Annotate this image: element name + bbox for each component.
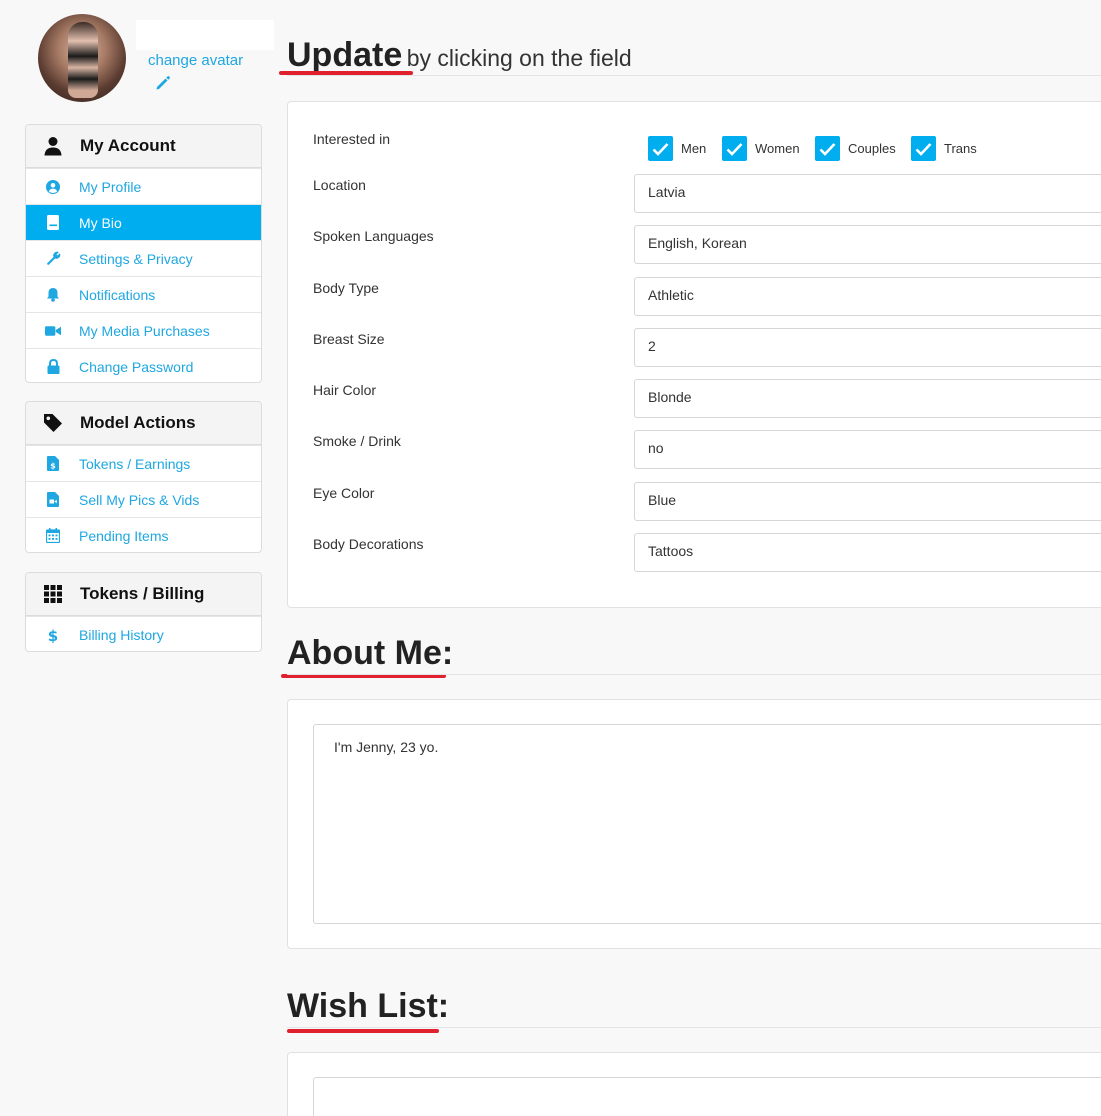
spoken-languages-label: Spoken Languages <box>313 228 434 244</box>
avatar[interactable] <box>38 14 126 102</box>
wishlist-underline <box>287 1029 439 1033</box>
hair-color-field[interactable]: Blonde <box>634 379 1101 418</box>
body-type-label: Body Type <box>313 280 379 296</box>
my-account-title: My Account <box>80 136 176 155</box>
wishlist-card <box>287 1052 1101 1116</box>
update-subtitle: by clicking on the field <box>406 45 632 71</box>
sidebar-item-tokens-earnings[interactable]: $ Tokens / Earnings <box>26 445 261 481</box>
svg-text:$: $ <box>50 462 56 471</box>
location-label: Location <box>313 177 366 193</box>
bio-form-card: Interested in Men Women Couples Trans Lo… <box>287 101 1101 608</box>
location-field[interactable]: Latvia <box>634 174 1101 213</box>
checkbox-couples[interactable]: Couples <box>815 136 896 161</box>
wishlist-title: Wish List: <box>287 987 450 1025</box>
model-actions-title: Model Actions <box>80 413 196 432</box>
smoke-drink-label: Smoke / Drink <box>313 433 401 449</box>
body-decorations-label: Body Decorations <box>313 536 424 552</box>
divider <box>287 674 1101 675</box>
eye-color-field[interactable]: Blue <box>634 482 1101 521</box>
book-icon <box>45 215 61 231</box>
user-circle-icon <box>45 179 61 195</box>
checkbox-label: Women <box>755 141 800 156</box>
sidebar-item-pending-items[interactable]: Pending Items <box>26 517 261 552</box>
sidebar-item-label: My Bio <box>79 214 122 231</box>
eye-color-label: Eye Color <box>313 485 375 501</box>
checkmark-icon <box>722 136 747 161</box>
model-actions-header: Model Actions <box>26 402 261 445</box>
update-heading: Update by clicking on the field <box>287 36 1101 75</box>
tokens-billing-panel: Tokens / Billing $ Billing History <box>25 572 262 652</box>
about-title: About Me: <box>287 634 454 672</box>
sidebar-item-label: Change Password <box>79 358 194 375</box>
user-icon <box>42 135 64 157</box>
dollar-icon: $ <box>45 627 61 643</box>
checkmark-icon <box>815 136 840 161</box>
sidebar-item-label: Sell My Pics & Vids <box>79 491 200 508</box>
interested-in-label: Interested in <box>313 131 391 147</box>
tag-icon <box>42 412 64 434</box>
update-title: Update <box>287 36 403 74</box>
sidebar-item-label: Notifications <box>79 286 156 303</box>
hair-color-label: Hair Color <box>313 382 377 398</box>
divider <box>287 1027 1101 1028</box>
grid-icon <box>42 583 64 605</box>
calendar-icon <box>45 528 61 544</box>
pencil-icon[interactable] <box>154 74 172 92</box>
spoken-languages-field[interactable]: English, Korean <box>634 225 1101 264</box>
change-avatar-link[interactable]: change avatar <box>148 52 243 69</box>
checkbox-label: Trans <box>944 141 977 156</box>
model-actions-panel: Model Actions $ Tokens / Earnings Sell M… <box>25 401 262 553</box>
about-heading: About Me: <box>287 634 1101 673</box>
username-box <box>136 20 274 50</box>
sidebar-item-my-profile[interactable]: My Profile <box>26 168 261 204</box>
checkbox-label: Men <box>681 141 707 156</box>
about-textarea[interactable]: I'm Jenny, 23 yo. <box>313 724 1101 924</box>
divider <box>287 75 1101 76</box>
smoke-drink-field[interactable]: no <box>634 430 1101 469</box>
sidebar-item-change-password[interactable]: Change Password <box>26 348 261 382</box>
wishlist-heading: Wish List: <box>287 987 1101 1026</box>
checkbox-label: Couples <box>848 141 896 156</box>
sidebar-item-sell-pics-vids[interactable]: Sell My Pics & Vids <box>26 481 261 517</box>
tokens-billing-header: Tokens / Billing <box>26 573 261 616</box>
video-camera-icon <box>45 323 61 339</box>
sidebar-item-label: My Profile <box>79 178 142 195</box>
checkmark-icon <box>911 136 936 161</box>
sidebar-item-settings-privacy[interactable]: Settings & Privacy <box>26 240 261 276</box>
body-type-field[interactable]: Athletic <box>634 277 1101 316</box>
checkmark-icon <box>648 136 673 161</box>
sidebar-item-label: Pending Items <box>79 527 169 544</box>
lock-icon <box>45 359 61 375</box>
wrench-icon <box>45 251 61 267</box>
sidebar-item-my-bio[interactable]: My Bio <box>26 204 261 240</box>
checkbox-trans[interactable]: Trans <box>911 136 977 161</box>
sidebar-item-notifications[interactable]: Notifications <box>26 276 261 312</box>
sidebar-item-label: Tokens / Earnings <box>79 455 191 472</box>
breast-size-label: Breast Size <box>313 331 385 347</box>
sidebar-item-label: My Media Purchases <box>79 322 210 339</box>
checkbox-men[interactable]: Men <box>648 136 706 161</box>
bell-icon <box>45 287 61 303</box>
wishlist-textarea[interactable] <box>313 1077 1101 1116</box>
breast-size-field[interactable]: 2 <box>634 328 1101 367</box>
tokens-billing-title: Tokens / Billing <box>80 584 205 603</box>
sidebar-item-label: Settings & Privacy <box>79 250 193 267</box>
svg-text:$: $ <box>48 627 58 643</box>
my-account-header: My Account <box>26 125 261 168</box>
about-card: I'm Jenny, 23 yo. <box>287 699 1101 949</box>
body-decorations-field[interactable]: Tattoos <box>634 533 1101 572</box>
sidebar-item-label: Billing History <box>79 626 164 643</box>
sidebar-item-media-purchases[interactable]: My Media Purchases <box>26 312 261 348</box>
my-account-panel: My Account My Profile My Bio Settings & … <box>25 124 262 383</box>
dollar-file-icon: $ <box>45 456 61 472</box>
sidebar-item-billing-history[interactable]: $ Billing History <box>26 616 261 651</box>
checkbox-women[interactable]: Women <box>722 136 800 161</box>
video-file-icon <box>45 492 61 508</box>
